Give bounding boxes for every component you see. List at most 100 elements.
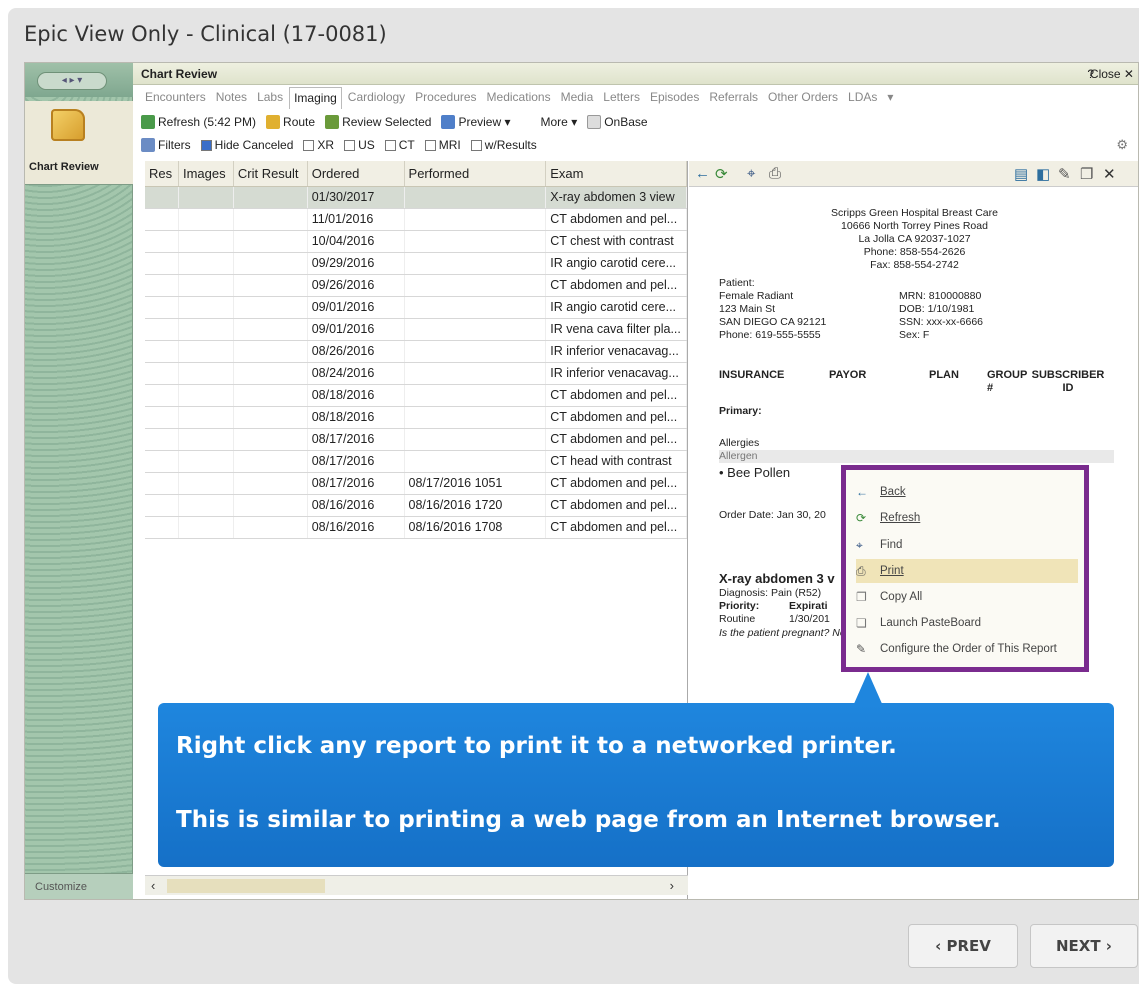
- tab-media[interactable]: Media: [557, 87, 598, 109]
- tab-imaging[interactable]: Imaging: [289, 87, 342, 109]
- filters-button[interactable]: Filters: [141, 138, 191, 153]
- cell-exam: CT abdomen and pel...: [546, 407, 687, 428]
- allergen-header: Allergen: [719, 450, 1114, 463]
- table-row[interactable]: 01/30/2017 X-ray abdomen 3 view: [145, 187, 687, 209]
- tab-other-orders[interactable]: Other Orders: [764, 87, 842, 109]
- tab-encounters[interactable]: Encounters: [141, 87, 210, 109]
- table-row[interactable]: 08/24/2016 IR inferior venacavag...: [145, 363, 687, 385]
- checkbox-checked: [200, 140, 212, 152]
- expiration-label: Expirati: [789, 600, 828, 612]
- table-row[interactable]: 08/18/2016 CT abdomen and pel...: [145, 385, 687, 407]
- close-report-icon[interactable]: ✕: [1103, 165, 1116, 183]
- priority-label: Priority:: [719, 600, 760, 612]
- cell-performed: [405, 209, 547, 230]
- cell-empty: [179, 209, 234, 230]
- table-row[interactable]: 09/26/2016 CT abdomen and pel...: [145, 275, 687, 297]
- cell-exam: CT abdomen and pel...: [546, 385, 687, 406]
- scroll-right-icon[interactable]: ›: [670, 878, 674, 893]
- column-header-exam[interactable]: Exam: [546, 161, 687, 186]
- cell-empty: [234, 407, 308, 428]
- binoculars-icon[interactable]: ⌖: [747, 165, 755, 182]
- order-date: Order Date: Jan 30, 20: [719, 509, 826, 521]
- column-header-crit-result[interactable]: Crit Result: [234, 161, 308, 186]
- menu-item-refresh[interactable]: ⟳ Refresh: [856, 506, 1078, 530]
- back-forward-buttons[interactable]: ◂ ▸ ▾: [37, 72, 107, 90]
- menu-item-copy-all[interactable]: ❐ Copy All: [856, 585, 1078, 609]
- close-button[interactable]: Close ✕: [1090, 67, 1134, 81]
- cell-exam: IR inferior venacavag...: [546, 341, 687, 362]
- cell-performed: [405, 429, 547, 450]
- scroll-thumb[interactable]: [167, 879, 325, 893]
- cell-exam: X-ray abdomen 3 view: [546, 187, 687, 208]
- facility-name: Scripps Green Hospital Breast Care: [831, 207, 998, 219]
- mri-checkbox[interactable]: MRI: [424, 138, 461, 152]
- column-header-res[interactable]: Res: [145, 161, 179, 186]
- tab-ldas[interactable]: LDAs: [844, 87, 881, 109]
- tab-episodes[interactable]: Episodes: [646, 87, 703, 109]
- table-row[interactable]: 08/18/2016 CT abdomen and pel...: [145, 407, 687, 429]
- split-horizontal-icon[interactable]: ▤: [1014, 165, 1028, 183]
- back-arrow-icon[interactable]: ←: [695, 165, 710, 182]
- callout-line-2: This is similar to printing a web page f…: [176, 807, 1001, 833]
- table-row[interactable]: 09/01/2016 IR angio carotid cere...: [145, 297, 687, 319]
- next-button[interactable]: NEXT ›: [1030, 924, 1138, 968]
- preview-button[interactable]: Preview ▾: [441, 115, 511, 130]
- horizontal-scrollbar[interactable]: ‹ ›: [145, 875, 688, 895]
- tab-referrals[interactable]: Referrals: [705, 87, 762, 109]
- settings-wrench-icon[interactable]: ⚙: [1116, 137, 1128, 153]
- table-row[interactable]: 11/01/2016 CT abdomen and pel...: [145, 209, 687, 231]
- table-row[interactable]: 08/26/2016 IR inferior venacavag...: [145, 341, 687, 363]
- scroll-left-icon[interactable]: ‹: [151, 878, 155, 893]
- menu-item-launch-pasteboard[interactable]: ❏ Launch PasteBoard: [856, 611, 1078, 635]
- tab-letters[interactable]: Letters: [599, 87, 644, 109]
- column-header-performed[interactable]: Performed: [405, 161, 547, 186]
- table-row[interactable]: 08/17/2016 08/17/2016 1051 CT abdomen and …: [145, 473, 687, 495]
- cell-empty: [234, 231, 308, 252]
- tab-procedures[interactable]: Procedures: [411, 87, 480, 109]
- table-row[interactable]: 09/29/2016 IR angio carotid cere...: [145, 253, 687, 275]
- ct-checkbox[interactable]: CT: [384, 138, 415, 152]
- cell-performed: 08/17/2016 1051: [405, 473, 547, 494]
- menu-item-configure-order[interactable]: ✎ Configure the Order of This Report: [856, 637, 1078, 661]
- prev-button[interactable]: ‹ PREV: [908, 924, 1018, 968]
- binoculars-icon: ⌖: [856, 538, 863, 552]
- menu-item-back[interactable]: ← Back: [856, 480, 1078, 504]
- copy-icon[interactable]: ❐: [1080, 165, 1093, 183]
- w-results-checkbox[interactable]: w/Results: [470, 138, 537, 152]
- tab-labs[interactable]: Labs: [253, 87, 287, 109]
- wrench-icon[interactable]: ✎: [1058, 165, 1071, 183]
- table-row[interactable]: 08/16/2016 08/16/2016 1708 CT abdomen and …: [145, 517, 687, 539]
- menu-item-find[interactable]: ⌖ Find: [856, 533, 1078, 557]
- table-row[interactable]: 08/16/2016 08/16/2016 1720 CT abdomen and …: [145, 495, 687, 517]
- column-header-ordered[interactable]: Ordered: [308, 161, 405, 186]
- window-titlebar: Chart Review ? Close ✕: [133, 63, 1138, 85]
- xr-checkbox[interactable]: XR: [303, 138, 334, 152]
- menu-item-print[interactable]: ⎙ Print: [856, 559, 1078, 583]
- column-header-images[interactable]: Images: [179, 161, 234, 186]
- refresh-button[interactable]: Refresh (5:42 PM): [141, 115, 256, 130]
- cell-empty: [234, 363, 308, 384]
- tab-notes[interactable]: Notes: [212, 87, 251, 109]
- print-icon[interactable]: ⎙: [769, 165, 781, 182]
- tab-medications[interactable]: Medications: [483, 87, 555, 109]
- hide-canceled-checkbox[interactable]: Hide Canceled: [200, 138, 293, 152]
- table-row[interactable]: 10/04/2016 CT chest with contrast: [145, 231, 687, 253]
- table-row[interactable]: 08/17/2016 CT abdomen and pel...: [145, 429, 687, 451]
- tab-cardiology[interactable]: Cardiology: [344, 87, 409, 109]
- split-vertical-icon[interactable]: ◧: [1036, 165, 1050, 183]
- tab-overflow-dropdown[interactable]: ▾: [883, 87, 897, 109]
- us-checkbox[interactable]: US: [344, 138, 375, 152]
- cell-empty: [145, 517, 179, 538]
- activity-chart-review[interactable]: Chart Review: [25, 101, 133, 185]
- cell-ordered: 08/17/2016: [308, 473, 405, 494]
- refresh-icon[interactable]: ⟳: [715, 165, 728, 183]
- review-selected-button[interactable]: Review Selected: [325, 115, 431, 130]
- customize-button[interactable]: Customize: [25, 873, 133, 899]
- table-row[interactable]: 09/01/2016 IR vena cava filter pla...: [145, 319, 687, 341]
- onbase-button[interactable]: OnBase: [587, 115, 648, 130]
- table-row[interactable]: 08/17/2016 CT head with contrast: [145, 451, 687, 473]
- group-header: GROUP #: [987, 369, 1028, 394]
- more-button[interactable]: More ▾: [541, 115, 578, 129]
- copy-icon: ❐: [856, 590, 867, 604]
- route-button[interactable]: Route: [266, 115, 315, 130]
